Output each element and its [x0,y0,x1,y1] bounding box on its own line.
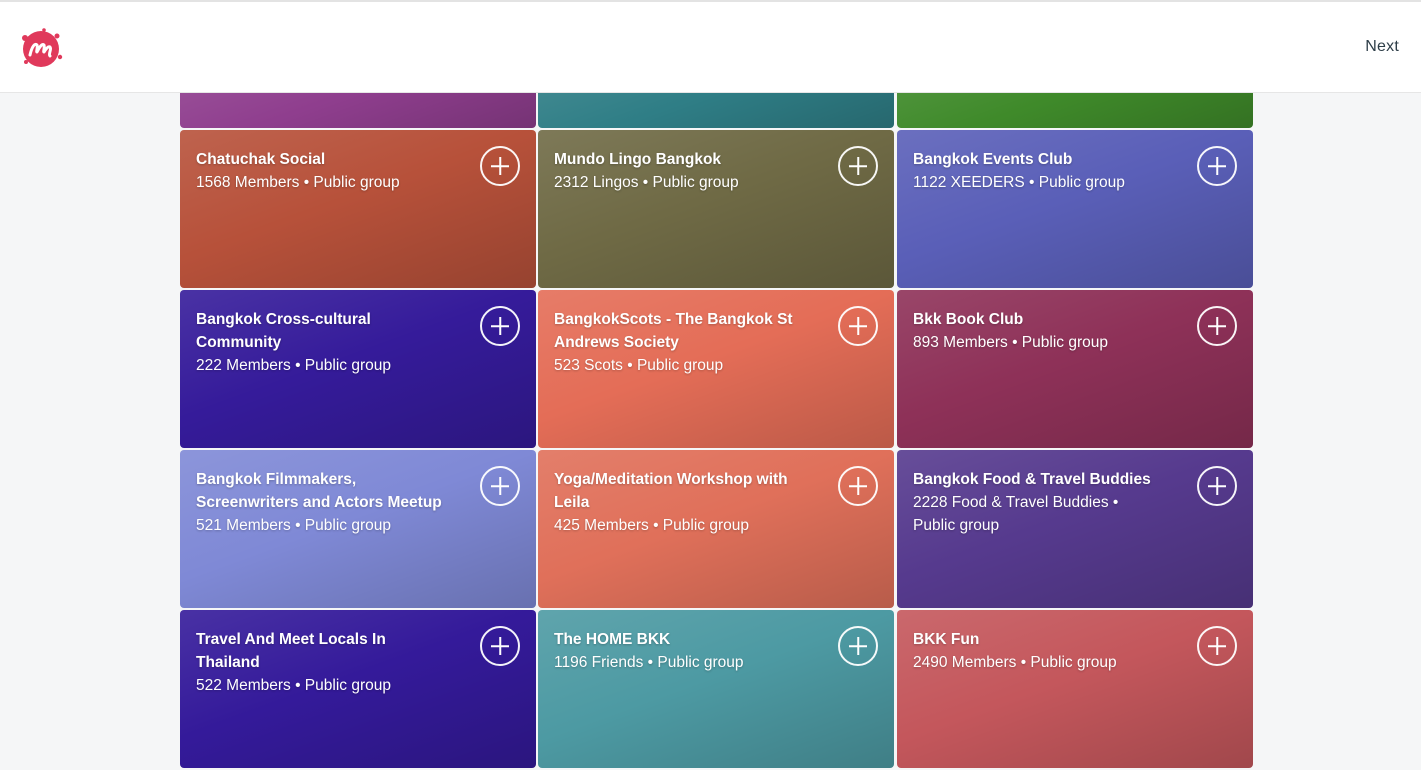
join-group-plus-icon[interactable] [1197,146,1237,186]
next-button[interactable]: Next [1365,38,1399,56]
group-name: Bangkok Food & Travel Buddies [913,471,1151,488]
group-card[interactable]: Mundo Lingo Bangkok 2312 Lingos • Public … [538,130,894,288]
group-card[interactable]: The HOME BKK 1196 Friends • Public group [538,610,894,768]
group-card[interactable]: Bangkok Food & Travel Buddies 2228 Food &… [897,450,1253,608]
join-group-plus-icon[interactable] [838,466,878,506]
group-meta: 222 Members • Public group [196,357,391,374]
group-name: Bangkok Cross-cultural Community [196,311,371,351]
group-meta: 1568 Members • Public group [196,174,400,191]
group-name: Yoga/Meditation Workshop with Leila [554,471,788,511]
group-card[interactable]: Bangkok Filmmakers, Screenwriters and Ac… [180,450,536,608]
group-card[interactable]: Travel And Meet Locals In Thailand 522 Me… [180,610,536,768]
group-name: BKK Fun [913,631,980,648]
join-group-plus-icon[interactable] [480,626,520,666]
group-card[interactable]: Bangkok Events Club 1122 XEEDERS • Public… [897,130,1253,288]
group-card[interactable]: BKK Fun 2490 Members • Public group [897,610,1253,768]
group-meta: 1122 XEEDERS • Public group [913,174,1125,191]
group-name: Chatuchak Social [196,151,326,168]
group-name: Bangkok Filmmakers, Screenwriters and Ac… [196,471,442,511]
join-group-plus-icon[interactable] [1197,306,1237,346]
meetup-logo-icon[interactable] [17,24,65,72]
group-card[interactable]: BangkokScots - The Bangkok St Andrews So… [538,290,894,448]
group-name: Bkk Book Club [913,311,1024,328]
group-meta: 523 Scots • Public group [554,357,724,374]
group-meta: 1196 Friends • Public group [554,654,744,671]
join-group-plus-icon[interactable] [480,146,520,186]
group-card[interactable]: Chatuchak Social 1568 Members • Public gr… [180,130,536,288]
join-group-plus-icon[interactable] [838,626,878,666]
group-meta: 2312 Lingos • Public group [554,174,739,191]
group-name: Travel And Meet Locals In Thailand [196,631,386,671]
group-meta: 522 Members • Public group [196,677,391,694]
group-name: BangkokScots - The Bangkok St Andrews So… [554,311,793,351]
group-name: The HOME BKK [554,631,671,648]
group-card[interactable]: Bkk Book Club 893 Members • Public group [897,290,1253,448]
join-group-plus-icon[interactable] [838,306,878,346]
group-card[interactable]: Yoga/Meditation Workshop with Leila 425 M… [538,450,894,608]
group-name: Mundo Lingo Bangkok [554,151,722,168]
group-name: Bangkok Events Club [913,151,1073,168]
join-group-plus-icon[interactable] [480,466,520,506]
join-group-plus-icon[interactable] [838,146,878,186]
group-meta: 521 Members • Public group [196,517,391,534]
group-meta: 425 Members • Public group [554,517,749,534]
group-meta: 2228 Food & Travel Buddies • Public grou… [913,494,1119,534]
group-card[interactable]: Bangkok Cross-cultural Community 222 Memb… [180,290,536,448]
group-meta: 2490 Members • Public group [913,654,1117,671]
join-group-plus-icon[interactable] [1197,466,1237,506]
join-group-plus-icon[interactable] [1197,626,1237,666]
group-grid: Chatuchak Social 1568 Members • Public gr… [180,70,1254,770]
join-group-plus-icon[interactable] [480,306,520,346]
group-meta: 893 Members • Public group [913,334,1108,351]
top-navigation-bar: Next [0,0,1421,93]
